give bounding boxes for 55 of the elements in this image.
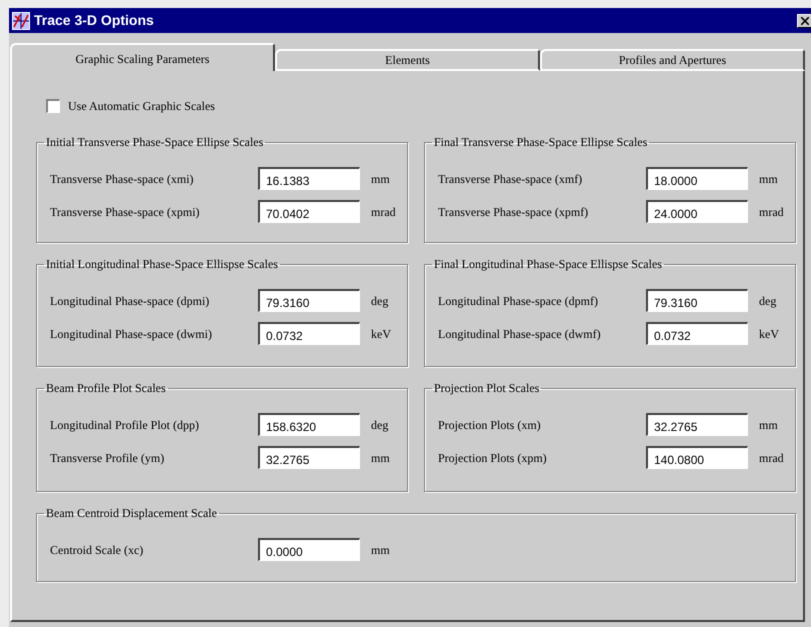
field-label: Transverse Profile (ym) <box>50 450 166 466</box>
field-label: Transverse Phase-space (xmi) <box>50 170 195 188</box>
close-icon <box>801 16 809 24</box>
input-field[interactable]: 79.3160 <box>646 289 748 312</box>
input-field[interactable]: 70.0402 <box>258 200 360 223</box>
checkbox[interactable] <box>46 99 60 113</box>
tab[interactable]: Elements <box>275 49 540 71</box>
field-label: Transverse Phase-space (xpmf) <box>438 204 590 220</box>
unit-label: mm <box>759 170 778 188</box>
input-field[interactable]: 18.0000 <box>646 167 748 190</box>
tab[interactable]: Profiles and Apertures <box>540 49 805 71</box>
unit-label: deg <box>371 416 388 434</box>
unit-label: mm <box>371 450 390 466</box>
input-field[interactable]: 79.3160 <box>258 289 360 312</box>
field-label: Transverse Phase-space (xmf) <box>438 170 584 188</box>
input-field[interactable]: 32.2765 <box>258 446 360 469</box>
window-title: Trace 3-D Options <box>34 11 155 30</box>
field-label: Longitudinal Phase-space (dpmi) <box>50 292 210 310</box>
field-label: Longitudinal Profile Plot (dpp) <box>50 416 200 434</box>
field-label: Projection Plots (xm) <box>438 416 542 434</box>
input-field[interactable]: 158.6320 <box>258 413 360 436</box>
input-field[interactable]: 0.0732 <box>258 322 360 345</box>
tab[interactable]: Graphic Scaling Parameters <box>10 43 275 71</box>
unit-label: mm <box>371 170 390 188</box>
group-title: Initial Longitudinal Phase-Space Ellispse Scales <box>45 256 279 273</box>
field-label: Longitudinal Phase-space (dwmf) <box>438 326 602 342</box>
unit-label: mm <box>371 542 390 558</box>
unit-label: mrad <box>371 204 396 220</box>
unit-label: mrad <box>759 450 784 466</box>
close-button[interactable] <box>797 14 811 28</box>
field-label: Transverse Phase-space (xpmi) <box>50 204 201 220</box>
input-field[interactable]: 0.0000 <box>258 538 360 561</box>
group-title: Beam Centroid Displacement Scale <box>45 505 218 522</box>
field-label: Longitudinal Phase-space (dpmf) <box>438 292 599 310</box>
group-title: Initial Transverse Phase-Space Ellipse Scales <box>45 134 264 151</box>
input-field[interactable]: 24.0000 <box>646 200 748 223</box>
unit-label: mrad <box>759 204 784 220</box>
app-icon <box>12 12 30 30</box>
unit-label: keV <box>759 326 779 342</box>
group-title: Projection Plot Scales <box>433 380 540 397</box>
unit-label: deg <box>371 292 388 310</box>
unit-label: deg <box>759 292 776 310</box>
input-field[interactable]: 16.1383 <box>258 167 360 190</box>
field-label: Centroid Scale (xc) <box>50 542 144 558</box>
input-field[interactable]: 0.0732 <box>646 322 748 345</box>
unit-label: keV <box>371 326 391 342</box>
field-label: Projection Plots (xpm) <box>438 450 548 466</box>
field-label: Longitudinal Phase-space (dwmi) <box>50 326 213 342</box>
input-field[interactable]: 32.2765 <box>646 413 748 436</box>
checkbox-label[interactable]: Use Automatic Graphic Scales <box>68 97 215 115</box>
group-title: Final Transverse Phase-Space Ellipse Scales <box>433 134 648 151</box>
group-title: Beam Profile Plot Scales <box>45 380 167 397</box>
group-title: Final Longitudinal Phase-Space Ellispse Scales <box>433 256 663 273</box>
unit-label: mm <box>759 416 778 434</box>
input-field[interactable]: 140.0800 <box>646 446 748 469</box>
